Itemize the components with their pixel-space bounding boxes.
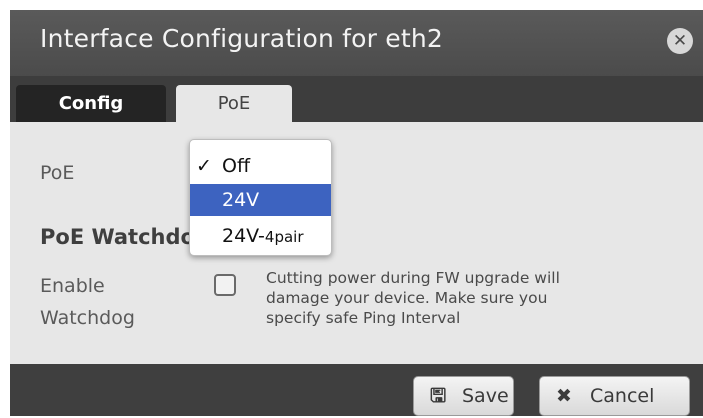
watchdog-warning-text: Cutting power during FW upgrade will dam… — [266, 268, 606, 328]
tab-bar: Config PoE — [10, 76, 703, 122]
option-label-small: 4pair — [264, 228, 304, 246]
warning-line: Cutting power during FW upgrade will — [266, 269, 560, 287]
poe-field-label: PoE — [40, 162, 75, 184]
poe-option-24v-4pair[interactable]: 24V-4pair — [190, 220, 331, 252]
dialog-footer: 🖫 Save ✖ Cancel — [10, 364, 703, 416]
enable-watchdog-checkbox[interactable] — [214, 274, 236, 296]
poe-settings-panel: PoE PoE Watchdog Enable Watchdog Cutting… — [10, 122, 703, 370]
dialog-titlebar: Interface Configuration for eth2 ✕ — [10, 10, 703, 76]
enable-watchdog-label: Enable Watchdog — [40, 270, 135, 334]
enable-label-line1: Enable — [40, 275, 105, 297]
tab-config[interactable]: Config — [16, 85, 166, 122]
poe-select-dropdown[interactable]: ✓ Off 24V 24V-4pair — [189, 139, 332, 256]
cancel-button[interactable]: ✖ Cancel — [539, 376, 690, 416]
option-label-main: 24V- — [222, 225, 265, 247]
option-label: Off — [222, 155, 251, 177]
warning-line: damage your device. Make sure you — [266, 289, 548, 307]
enable-label-line2: Watchdog — [40, 307, 135, 329]
save-button-label: Save — [462, 385, 509, 407]
close-icon[interactable]: ✕ — [667, 28, 693, 54]
poe-option-off[interactable]: ✓ Off — [190, 150, 331, 182]
interface-config-dialog: Interface Configuration for eth2 ✕ Confi… — [10, 10, 703, 416]
cancel-icon: ✖ — [556, 385, 572, 407]
cancel-button-label: Cancel — [590, 385, 655, 407]
warning-line: specify safe Ping Interval — [266, 309, 461, 327]
save-button[interactable]: 🖫 Save — [413, 376, 514, 416]
dialog-title: Interface Configuration for eth2 — [40, 24, 444, 53]
option-label: 24V-4pair — [222, 220, 304, 253]
checkmark-icon: ✓ — [196, 155, 212, 177]
tab-poe[interactable]: PoE — [176, 85, 292, 122]
watchdog-heading: PoE Watchdog — [40, 225, 210, 249]
poe-option-24v[interactable]: 24V — [190, 184, 331, 216]
option-label: 24V — [222, 189, 260, 211]
save-icon: 🖫 — [430, 385, 447, 407]
